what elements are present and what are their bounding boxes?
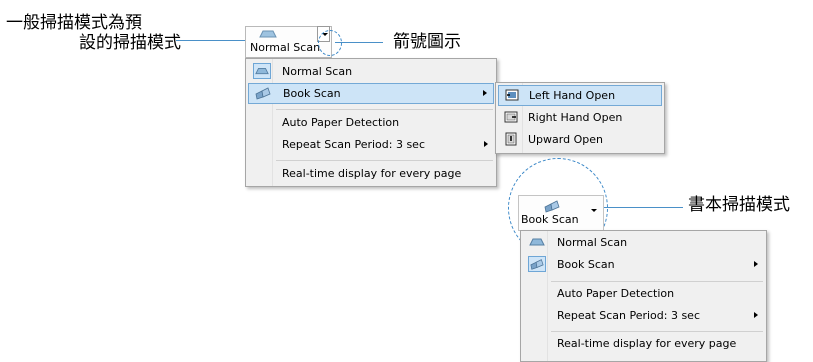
menu-item-label: Real-time display for every page [282, 167, 462, 180]
menu-separator [551, 281, 763, 282]
submenu-arrow-icon [754, 312, 758, 318]
menu-separator [276, 160, 493, 161]
left-hand-open-icon [505, 89, 519, 101]
callout-arrow-icon: 箭號圖示 [393, 32, 461, 52]
submenu-item-label: Upward Open [528, 133, 603, 146]
menu-item-label: Normal Scan [282, 65, 353, 78]
normal-scan-icon [529, 238, 545, 246]
callout-default-mode-line1: 一般掃描模式為預 [6, 13, 142, 33]
submenu-arrow-icon [484, 141, 488, 147]
submenu-arrow-icon [483, 90, 487, 96]
book-scan-icon [528, 256, 546, 272]
menu-item-auto-paper-detection[interactable]: Auto Paper Detection [523, 283, 764, 304]
arrow-highlight-circle [318, 30, 342, 56]
menu-item-label: Normal Scan [557, 236, 628, 249]
menu-item-auto-paper-detection[interactable]: Auto Paper Detection [248, 112, 494, 133]
book-scan-mode-label: Book Scan [521, 213, 579, 226]
menu-item-normal-scan[interactable]: Normal Scan [523, 232, 764, 253]
submenu-item-upward-open[interactable]: Upward Open [498, 129, 662, 150]
menu-item-realtime-display[interactable]: Real-time display for every page [248, 163, 494, 184]
book-scan-icon [544, 200, 560, 213]
submenu-item-right-hand-open[interactable]: Right Hand Open [498, 107, 662, 128]
menu-item-book-scan[interactable]: Book Scan [523, 254, 764, 275]
book-scan-mode-button[interactable]: Book Scan [518, 195, 604, 231]
upward-open-icon [505, 132, 517, 146]
scan-mode-menu: Normal Scan Book Scan Auto Paper Detecti… [245, 58, 497, 187]
menu-item-label: Auto Paper Detection [282, 116, 400, 129]
menu-item-label: Book Scan [557, 258, 615, 271]
document-scanner-icon [259, 30, 277, 38]
menu-separator [551, 331, 763, 332]
callout-arrow-line [335, 42, 383, 43]
menu-item-label: Repeat Scan Period: 3 sec [557, 309, 700, 322]
right-hand-open-icon [504, 111, 518, 123]
callout-book-mode: 書本掃描模式 [688, 195, 790, 215]
menu-item-repeat-scan-period[interactable]: Repeat Scan Period: 3 sec [523, 305, 764, 326]
book-scan-icon [255, 87, 271, 100]
submenu-item-label: Right Hand Open [528, 111, 623, 124]
dropdown-arrow-icon[interactable] [591, 209, 597, 212]
menu-separator [276, 109, 493, 110]
menu-item-book-scan[interactable]: Book Scan [248, 83, 494, 104]
menu-item-label: Repeat Scan Period: 3 sec [282, 138, 425, 151]
book-scan-submenu: Left Hand Open Right Hand Open Upward Op… [495, 82, 665, 154]
menu-item-label: Book Scan [283, 87, 341, 100]
submenu-item-left-hand-open[interactable]: Left Hand Open [498, 85, 662, 106]
menu-item-label: Auto Paper Detection [557, 287, 675, 300]
book-scan-mode-menu: Normal Scan Book Scan Auto Paper Detecti… [520, 230, 767, 362]
normal-scan-icon [253, 63, 271, 79]
scan-mode-label: Normal Scan [250, 41, 321, 54]
menu-item-normal-scan[interactable]: Normal Scan [248, 61, 494, 82]
callout-book-mode-line [603, 207, 683, 208]
callout-default-mode-line2: 設的掃描模式 [79, 33, 181, 53]
menu-item-label: Real-time display for every page [557, 337, 737, 350]
submenu-item-label: Left Hand Open [529, 89, 616, 102]
menu-item-realtime-display[interactable]: Real-time display for every page [523, 333, 764, 354]
menu-item-repeat-scan-period[interactable]: Repeat Scan Period: 3 sec [248, 134, 494, 155]
callout-default-mode-line [176, 40, 246, 41]
submenu-arrow-icon [754, 261, 758, 267]
